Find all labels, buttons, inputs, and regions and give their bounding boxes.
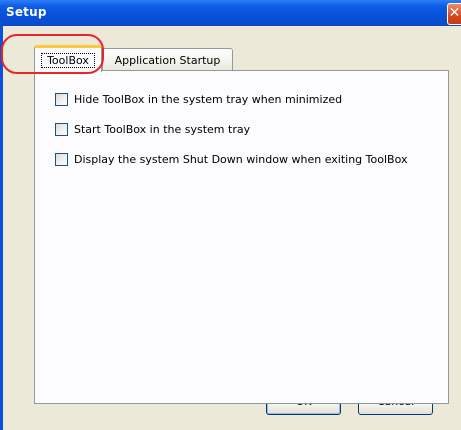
close-button[interactable]: ✕ <box>447 3 461 25</box>
tab-panel-toolbox: Hide ToolBox in the system tray when min… <box>34 70 449 404</box>
hide-in-tray-checkbox[interactable] <box>55 92 68 106</box>
tab-toolbox[interactable]: ToolBox <box>34 45 102 72</box>
option-start-in-tray-label: Start ToolBox in the system tray <box>74 122 251 136</box>
title-bar[interactable]: Setup ✕ <box>0 0 461 26</box>
close-icon: ✕ <box>448 5 461 21</box>
option-hide-in-tray-label: Hide ToolBox in the system tray when min… <box>74 92 343 106</box>
option-hide-in-tray[interactable]: Hide ToolBox in the system tray when min… <box>55 91 342 107</box>
setup-dialog: Setup ✕ ToolBox Application Startup Hide… <box>0 0 461 430</box>
dialog-body: ToolBox Application Startup Hide ToolBox… <box>3 26 461 430</box>
start-in-tray-checkbox[interactable] <box>55 122 68 136</box>
option-shutdown-window-label: Display the system Shut Down window when… <box>74 152 408 166</box>
option-start-in-tray[interactable]: Start ToolBox in the system tray <box>55 121 250 137</box>
option-shutdown-window[interactable]: Display the system Shut Down window when… <box>55 151 407 167</box>
tab-application-startup-label: Application Startup <box>114 54 221 67</box>
tab-toolbox-label: ToolBox <box>41 53 95 68</box>
window-title: Setup <box>6 5 47 19</box>
shutdown-window-checkbox[interactable] <box>55 152 68 166</box>
tab-application-startup[interactable]: Application Startup <box>102 48 233 71</box>
